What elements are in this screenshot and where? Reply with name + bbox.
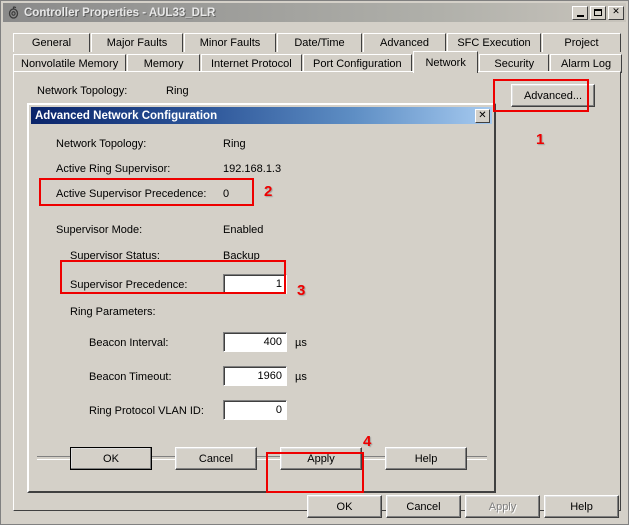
property-tabs: General Major Faults Minor Faults Date/T… bbox=[13, 31, 623, 73]
dialog-cancel-button[interactable]: Cancel bbox=[175, 447, 257, 470]
minimize-button[interactable] bbox=[572, 5, 588, 20]
tab-network[interactable]: Network bbox=[413, 51, 479, 73]
tab-row-2: Nonvolatile Memory Memory Internet Proto… bbox=[13, 51, 623, 73]
supervisor-precedence-input[interactable]: 1 bbox=[223, 274, 287, 294]
ring-protocol-vlan-id-input[interactable]: 0 bbox=[223, 400, 287, 420]
close-button[interactable]: ✕ bbox=[608, 5, 624, 20]
beacon-interval-input[interactable]: 400 bbox=[223, 332, 287, 352]
tab-major-faults[interactable]: Major Faults bbox=[91, 33, 183, 52]
dlg-network-topology-value: Ring bbox=[223, 138, 246, 150]
network-topology-value: Ring bbox=[166, 85, 189, 97]
beacon-timeout-input[interactable]: 1960 bbox=[223, 366, 287, 386]
dialog-apply-button[interactable]: Apply bbox=[280, 447, 362, 470]
active-supervisor-precedence-label: Active Supervisor Precedence: bbox=[56, 188, 207, 200]
supervisor-precedence-label: Supervisor Precedence: bbox=[70, 279, 188, 291]
window-titlebar: Controller Properties - AUL33_DLR ✕ bbox=[3, 3, 626, 22]
dialog-close-icon[interactable]: ✕ bbox=[475, 108, 490, 123]
supervisor-mode-label: Supervisor Mode: bbox=[56, 224, 143, 236]
window-title: Controller Properties - AUL33_DLR bbox=[24, 6, 216, 19]
tab-advanced[interactable]: Advanced bbox=[363, 33, 446, 52]
controller-properties-window: Controller Properties - AUL33_DLR ✕ Gene… bbox=[0, 0, 629, 525]
tab-row-1: General Major Faults Minor Faults Date/T… bbox=[13, 31, 623, 52]
controller-icon bbox=[5, 5, 21, 21]
supervisor-status-label: Supervisor Status: bbox=[70, 250, 160, 262]
maximize-button[interactable] bbox=[590, 5, 606, 20]
main-cancel-button[interactable]: Cancel bbox=[386, 495, 461, 518]
tab-minor-faults[interactable]: Minor Faults bbox=[184, 33, 276, 52]
supervisor-status-value: Backup bbox=[223, 250, 260, 262]
dialog-title: Advanced Network Configuration bbox=[35, 109, 218, 122]
dlg-network-topology-label: Network Topology: bbox=[56, 138, 147, 150]
dialog-help-button[interactable]: Help bbox=[385, 447, 467, 470]
advanced-button[interactable]: Advanced... bbox=[511, 84, 595, 107]
main-ok-button[interactable]: OK bbox=[307, 495, 382, 518]
dialog-ok-button[interactable]: OK bbox=[70, 447, 152, 470]
ring-parameters-label: Ring Parameters: bbox=[70, 306, 156, 318]
dialog-body: Network Topology: Ring Active Ring Super… bbox=[29, 124, 494, 472]
window-controls: ✕ bbox=[572, 5, 624, 20]
beacon-timeout-unit: µs bbox=[295, 371, 307, 383]
tab-general[interactable]: General bbox=[13, 33, 90, 52]
main-apply-button: Apply bbox=[465, 495, 540, 518]
network-topology-label: Network Topology: bbox=[37, 85, 128, 97]
dialog-titlebar: Advanced Network Configuration ✕ bbox=[31, 107, 492, 124]
active-supervisor-precedence-value: 0 bbox=[223, 188, 230, 200]
beacon-interval-label: Beacon Interval: bbox=[89, 337, 169, 349]
main-help-button[interactable]: Help bbox=[544, 495, 619, 518]
active-ring-supervisor-value: 192.168.1.3 bbox=[223, 163, 282, 175]
tab-date-time[interactable]: Date/Time bbox=[277, 33, 362, 52]
beacon-timeout-label: Beacon Timeout: bbox=[89, 371, 172, 383]
tab-sfc-execution[interactable]: SFC Execution bbox=[447, 33, 541, 52]
active-ring-supervisor-label: Active Ring Supervisor: bbox=[56, 163, 171, 175]
advanced-network-configuration-dialog: Advanced Network Configuration ✕ Network… bbox=[27, 103, 496, 493]
tab-project[interactable]: Project bbox=[542, 33, 621, 52]
beacon-interval-unit: µs bbox=[295, 337, 307, 349]
supervisor-mode-value: Enabled bbox=[223, 224, 264, 236]
ring-protocol-vlan-id-label: Ring Protocol VLAN ID: bbox=[89, 405, 204, 417]
